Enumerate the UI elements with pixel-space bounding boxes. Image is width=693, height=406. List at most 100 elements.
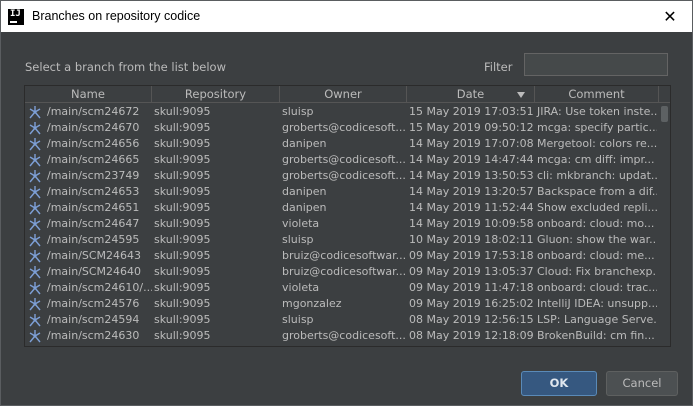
cell-repo: skull:9095 <box>152 136 280 152</box>
column-header-label: Comment <box>568 87 625 101</box>
cell-owner: bruiz@codicesoftwar... <box>280 248 407 264</box>
cell-date: 09 May 2019 16:25:02 <box>407 296 535 312</box>
table-row[interactable]: /main/scm23749 skull:9095 groberts@codices… <box>25 168 659 184</box>
table-row[interactable]: /main/scm24651 skull:9095 danipen 14 May 20… <box>25 200 659 216</box>
branch-icon <box>28 233 42 247</box>
cell-text: mcga: cm diff: impr... <box>537 153 655 166</box>
branch-icon <box>28 137 42 151</box>
table-row[interactable]: /main/scm24594 skull:9095 sluisp 08 May 201… <box>25 312 659 328</box>
branch-icon <box>28 249 42 263</box>
column-header-label: Owner <box>324 87 362 101</box>
cell-text: Mergetool: colors re... <box>537 137 657 150</box>
cell-owner: mgonzalez <box>280 296 407 312</box>
intellij-icon: IJ <box>8 9 24 25</box>
column-header-comment[interactable]: Comment <box>535 86 659 103</box>
cell-text: skull:9095 <box>154 137 211 150</box>
cell-date: 14 May 2019 14:47:44 <box>407 152 535 168</box>
table-row[interactable]: /main/scm24670 skull:9095 groberts@codices… <box>25 120 659 136</box>
cell-text: 09 May 2019 17:53:18 <box>409 249 534 262</box>
cell-text: 14 May 2019 14:47:44 <box>409 153 534 166</box>
vertical-scrollbar[interactable] <box>659 104 670 346</box>
cell-owner: sluisp <box>280 232 407 248</box>
cell-text: violeta <box>282 217 320 230</box>
cell-text: 14 May 2019 13:50:53 <box>409 169 534 182</box>
filter-input[interactable] <box>524 53 668 76</box>
table-row[interactable]: /main/scm24576 skull:9095 mgonzalez 09 May … <box>25 296 659 312</box>
cell-repo: skull:9095 <box>152 184 280 200</box>
table-row[interactable]: /main/scm24647 skull:9095 violeta 14 May 20… <box>25 216 659 232</box>
cancel-button[interactable]: Cancel <box>606 371 678 396</box>
cell-text: Backspace from a dif... <box>537 185 657 198</box>
cell-owner: violeta <box>280 216 407 232</box>
cell-repo: skull:9095 <box>152 344 280 346</box>
cell-text: skull:9095 <box>154 281 211 294</box>
branch-icon <box>28 105 42 119</box>
table-row[interactable]: /main/scm24516 skull:9095 j... 07 May 2019 … <box>25 344 659 346</box>
cell-comment: Show excluded repli... <box>535 200 657 216</box>
ok-button[interactable]: OK <box>521 371 597 396</box>
table-row[interactable]: /main/scm24665 skull:9095 groberts@codices… <box>25 152 659 168</box>
cell-date: 08 May 2019 12:56:15 <box>407 312 535 328</box>
table-row[interactable]: /main/scm24672 skull:9095 sluisp 15 May 201… <box>25 104 659 120</box>
cell-text: skull:9095 <box>154 185 211 198</box>
cell-text: 14 May 2019 13:20:57 <box>409 185 534 198</box>
branch-icon <box>28 153 42 167</box>
cell-text: skull:9095 <box>154 153 211 166</box>
cell-repo: skull:9095 <box>152 312 280 328</box>
cell-name: /main/scm24595 <box>25 232 152 248</box>
cell-text: skull:9095 <box>154 313 211 326</box>
table-row[interactable]: /main/scm24610/... skull:9095 violeta 09 Ma… <box>25 280 659 296</box>
cell-name: /main/scm24656 <box>25 136 152 152</box>
cell-text: onboard: cloud: me... <box>537 249 655 262</box>
scrollbar-thumb[interactable] <box>661 106 668 122</box>
cell-text: skull:9095 <box>154 265 211 278</box>
cell-text: 14 May 2019 17:07:08 <box>409 137 534 150</box>
cell-repo: skull:9095 <box>152 296 280 312</box>
cell-date: 07 May 2019 17:33:33 <box>407 344 535 346</box>
cell-date: 15 May 2019 09:50:12 <box>407 120 535 136</box>
cell-text: 07 May 2019 17:33:33 <box>409 345 534 346</box>
cell-owner: danipen <box>280 136 407 152</box>
table-header: Name Repository Owner Date Comment <box>25 86 670 103</box>
column-header-label: Repository <box>184 87 247 101</box>
cell-text: skull:9095 <box>154 233 211 246</box>
cell-text: sluisp <box>282 313 314 326</box>
column-header-repo[interactable]: Repository <box>152 86 280 103</box>
cell-date: 09 May 2019 13:05:37 <box>407 264 535 280</box>
cell-text: skull:9095 <box>154 297 211 310</box>
cell-date: 14 May 2019 13:50:53 <box>407 168 535 184</box>
cell-text: mcga: specify partic... <box>537 121 657 134</box>
branch-icon <box>28 121 42 135</box>
cell-repo: skull:9095 <box>152 232 280 248</box>
cell-name: /main/scm24672 <box>25 104 152 120</box>
cell-text: 14 May 2019 11:52:44 <box>409 201 534 214</box>
table-row[interactable]: /main/scm24656 skull:9095 danipen 14 May 20… <box>25 136 659 152</box>
cell-text: bruiz@codicesoftwar... <box>282 249 407 262</box>
column-header-owner[interactable]: Owner <box>280 86 407 103</box>
cell-owner: danipen <box>280 200 407 216</box>
cell-owner: sluisp <box>280 104 407 120</box>
table-row[interactable]: /main/scm24595 skull:9095 sluisp 10 May 201… <box>25 232 659 248</box>
window-title: Branches on repository codice <box>32 9 201 23</box>
cell-repo: skull:9095 <box>152 280 280 296</box>
branch-icon <box>28 297 42 311</box>
table-row[interactable]: /main/scm24653 skull:9095 danipen 14 May 20… <box>25 184 659 200</box>
cell-comment: mcga: specify partic... <box>535 120 657 136</box>
cell-text: 09 May 2019 11:47:18 <box>409 281 534 294</box>
table-row[interactable]: /main/SCM24643 skull:9095 bruiz@codicesoft… <box>25 248 659 264</box>
cell-text: skull:9095 <box>154 105 211 118</box>
cell-repo: skull:9095 <box>152 104 280 120</box>
cell-date: 09 May 2019 17:53:18 <box>407 248 535 264</box>
branches-dialog: IJ Branches on repository codice ✕ Selec… <box>0 0 693 406</box>
column-header-date[interactable]: Date <box>407 86 535 103</box>
cell-name: /main/scm24594 <box>25 312 152 328</box>
cell-name: /main/scm24653 <box>25 184 152 200</box>
table-row[interactable]: /main/SCM24640 skull:9095 bruiz@codicesoft… <box>25 264 659 280</box>
cell-date: 14 May 2019 17:07:08 <box>407 136 535 152</box>
cell-name: /main/scm24516 <box>25 344 152 346</box>
close-icon[interactable]: ✕ <box>650 1 690 32</box>
column-header-name[interactable]: Name <box>25 86 152 103</box>
cell-comment: onboard: cloud: trac... <box>535 280 657 296</box>
table-row[interactable]: /main/scm24630 skull:9095 groberts@codices… <box>25 328 659 344</box>
cell-owner: bruiz@codicesoftwar... <box>280 264 407 280</box>
